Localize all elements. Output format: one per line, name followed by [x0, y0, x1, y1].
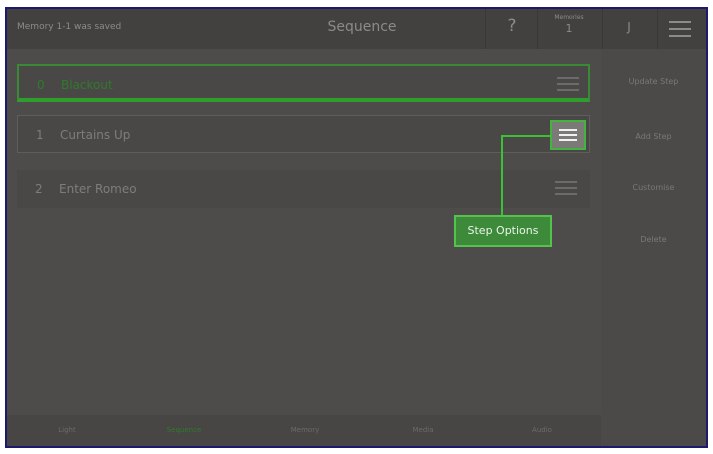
tab-memory[interactable]: Memory	[265, 426, 345, 434]
tab-light[interactable]: Light	[27, 426, 107, 434]
step-name: Blackout	[61, 78, 113, 92]
status-message: Memory 1-1 was saved	[17, 22, 122, 32]
update-step-button[interactable]: Update Step	[601, 77, 706, 86]
step-options-icon[interactable]	[550, 120, 586, 150]
step-number: 0	[37, 78, 45, 92]
hamburger-icon[interactable]	[669, 21, 691, 37]
header-divider	[537, 9, 538, 49]
memories-label: Memories	[554, 14, 584, 21]
bottom-tab-bar: Light Sequence Memory Media Audio	[7, 415, 601, 446]
header-divider	[657, 9, 658, 49]
top-bar: Memory 1-1 was saved Sequence ? Memories…	[7, 9, 706, 49]
step-row-enter-romeo[interactable]: 2 Enter Romeo	[17, 170, 590, 208]
tab-audio[interactable]: Audio	[502, 426, 582, 434]
callout-connector	[501, 135, 551, 137]
memories-count: 1	[565, 22, 573, 35]
callout-connector	[501, 135, 503, 216]
tab-sequence[interactable]: Sequence	[144, 426, 224, 434]
page-title: Sequence	[327, 19, 397, 35]
tab-media[interactable]: Media	[383, 426, 463, 434]
header-divider	[485, 9, 486, 49]
step-options-tooltip: Step Options	[454, 215, 552, 247]
customise-button[interactable]: Customise	[601, 183, 706, 192]
memories-button[interactable]: Memories 1	[544, 14, 594, 35]
step-number: 1	[36, 128, 44, 142]
step-number: 2	[35, 182, 43, 196]
user-button[interactable]: J	[619, 20, 639, 34]
step-actions-panel: Update Step Add Step Customise Delete	[601, 49, 706, 446]
app-window: Memory 1-1 was saved Sequence ? Memories…	[5, 7, 708, 448]
step-name: Curtains Up	[60, 128, 131, 142]
hamburger-icon[interactable]	[557, 77, 579, 91]
step-row-curtains-up[interactable]: 1 Curtains Up	[17, 115, 590, 153]
header-divider	[602, 9, 603, 49]
step-row-blackout[interactable]: 0 Blackout	[17, 64, 590, 102]
delete-button[interactable]: Delete	[601, 235, 706, 244]
hamburger-icon[interactable]	[555, 181, 577, 195]
add-step-button[interactable]: Add Step	[601, 132, 706, 141]
step-name: Enter Romeo	[59, 182, 137, 196]
help-button[interactable]: ?	[497, 16, 527, 36]
